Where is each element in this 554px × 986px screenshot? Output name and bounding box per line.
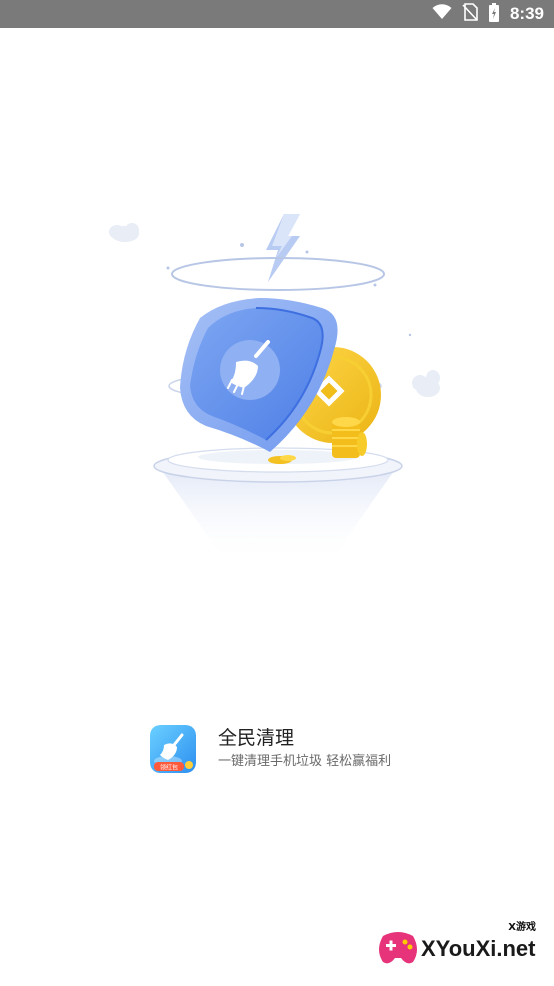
cloud-icon xyxy=(412,370,440,397)
status-bar: 8:39 xyxy=(0,0,554,28)
app-info: 领红包 全民清理 一键清理手机垃圾 轻松赢福利 xyxy=(150,725,450,775)
gamepad-logo-icon xyxy=(379,932,417,964)
watermark: X游戏 XYouXi.net xyxy=(373,916,548,976)
hero-illustration xyxy=(0,190,554,570)
cloud-icon xyxy=(109,223,139,242)
no-sim-icon xyxy=(462,3,478,25)
status-icons: 8:39 xyxy=(432,0,544,28)
app-name: 全民清理 xyxy=(218,727,295,749)
app-icon: 领红包 xyxy=(150,725,196,773)
status-time: 8:39 xyxy=(509,4,544,23)
watermark-tag: X游戏 xyxy=(508,922,536,933)
app-slogan: 一键清理手机垃圾 轻松赢福利 xyxy=(218,754,392,769)
splash-screen: 8:39 领红包 全民清理 一键清理手机垃圾 轻松赢福利 X游戏 XYouXi.… xyxy=(0,0,554,986)
lightning-icon xyxy=(266,214,300,282)
battery-icon xyxy=(488,2,500,26)
watermark-text: XYouXi.net xyxy=(421,936,536,961)
app-icon-badge: 领红包 xyxy=(160,764,178,772)
wifi-icon xyxy=(432,4,452,24)
broom-icon xyxy=(220,340,280,400)
